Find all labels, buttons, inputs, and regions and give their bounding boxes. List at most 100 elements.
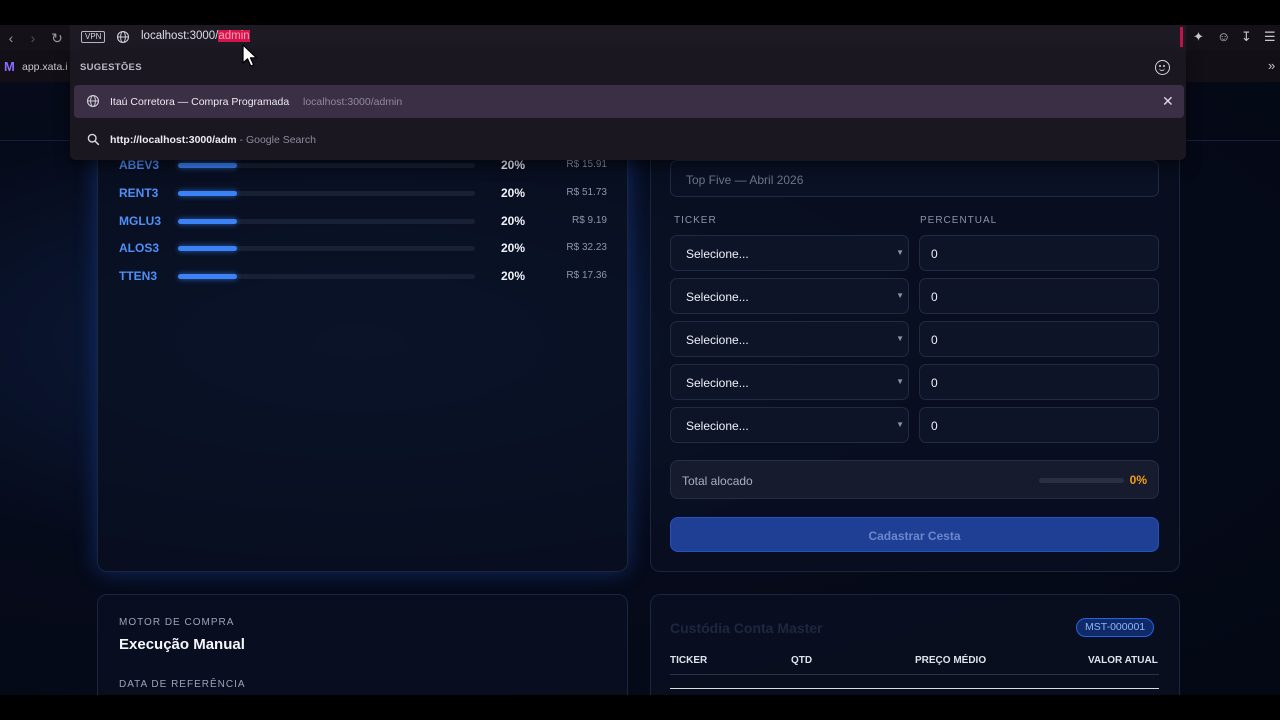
allocation-row: ABEV3 20% R$ 15.91: [119, 158, 609, 174]
ticker-price: R$ 17.36: [566, 270, 607, 281]
back-icon[interactable]: ‹: [2, 29, 20, 47]
suggestion-history-title: Itaú Corretora — Compra Programada: [110, 96, 290, 108]
suggestions-title: SUGESTÕES: [80, 62, 142, 73]
chevron-down-icon: ▼: [896, 334, 904, 343]
extensions-icon[interactable]: ✦: [1193, 29, 1204, 45]
percent-value: 0: [931, 290, 938, 304]
xata-logo-icon: M: [4, 59, 15, 74]
allocation-bar: [178, 191, 475, 196]
ticker-price: R$ 51.73: [566, 187, 607, 198]
suggestion-search-row[interactable]: http://localhost:3000/adm - Google Searc…: [110, 134, 316, 146]
allocation-bar: [178, 163, 475, 168]
chevron-down-icon: ▼: [896, 291, 904, 300]
allocation-bar-fill: [178, 191, 238, 196]
search-icon: [87, 133, 100, 146]
percent-input[interactable]: 0: [919, 364, 1159, 400]
download-icon[interactable]: ↧: [1241, 29, 1252, 45]
url-text[interactable]: localhost:3000/admin: [141, 30, 250, 42]
ticker-price: R$ 32.23: [566, 242, 607, 253]
column-header-avg-price: PREÇO MÉDIO: [915, 655, 987, 666]
allocation-percent: 20%: [501, 269, 526, 283]
ticker-select[interactable]: Selecione... ▼: [670, 364, 909, 400]
percent-input[interactable]: 0: [919, 407, 1159, 443]
allocation-bar-fill: [178, 163, 238, 168]
ticker-select[interactable]: Selecione... ▼: [670, 321, 909, 357]
ticker-column-label: TICKER: [674, 215, 717, 226]
ticker-select-value: Selecione...: [686, 376, 749, 390]
allocation-percent: 20%: [501, 241, 526, 255]
register-basket-label: Cadastrar Cesta: [868, 529, 961, 543]
ticker-label: ALOS3: [119, 241, 160, 255]
url-base: localhost:3000/: [141, 30, 219, 42]
chevron-down-icon: ▼: [896, 248, 904, 257]
allocation-percent: 20%: [501, 214, 526, 228]
allocation-bar: [178, 246, 475, 251]
ticker-price: R$ 15.91: [566, 159, 607, 170]
ticker-select[interactable]: Selecione... ▼: [670, 235, 909, 271]
allocation-row: ALOS3 20% R$ 32.23: [119, 241, 609, 257]
allocation-bar: [178, 274, 475, 279]
percent-value: 0: [931, 376, 938, 390]
column-header-qtd: QTD: [791, 655, 813, 666]
ticker-label: RENT3: [119, 186, 159, 200]
chevron-down-icon: ▼: [896, 420, 904, 429]
profile-icon[interactable]: ☺: [1217, 29, 1230, 44]
percent-input[interactable]: 0: [919, 235, 1159, 271]
suggestion-search-suffix: - Google Search: [236, 134, 316, 146]
percent-input[interactable]: 0: [919, 321, 1159, 357]
ticker-label: MGLU3: [119, 214, 161, 228]
table-divider: [670, 674, 1159, 675]
allocation-bar-fill: [178, 246, 238, 251]
total-allocated: Total alocado 0%: [670, 460, 1159, 499]
bookmarks-overflow-icon[interactable]: »: [1268, 58, 1275, 73]
motor-kicker: MOTOR DE COMPRA: [119, 617, 235, 628]
screen-top-bar: [0, 0, 1280, 25]
vpn-badge[interactable]: VPN: [81, 31, 106, 43]
percent-value: 0: [931, 333, 938, 347]
bookmark-xata[interactable]: app.xata.i: [22, 61, 68, 73]
globe-icon: [116, 30, 130, 44]
register-basket-button[interactable]: Cadastrar Cesta: [670, 517, 1159, 552]
column-header-ticker: TICKER: [670, 655, 708, 666]
percent-value: 0: [931, 419, 938, 433]
total-allocated-label: Total alocado: [682, 474, 753, 488]
percent-column-label: PERCENTUAL: [920, 215, 998, 226]
percent-input[interactable]: 0: [919, 278, 1159, 314]
ticker-select-value: Selecione...: [686, 247, 749, 261]
suggestion-search-query: http://localhost:3000/adm: [110, 134, 237, 146]
allocation-percent: 20%: [501, 186, 526, 200]
address-bar-edge: [1180, 27, 1183, 47]
allocation-row: RENT3 20% R$ 51.73: [119, 186, 609, 202]
ticker-select-value: Selecione...: [686, 333, 749, 347]
basket-name-placeholder: Top Five — Abril 2026: [686, 173, 804, 187]
allocation-row: TTEN3 20% R$ 17.36: [119, 269, 609, 285]
account-badge: MST-000001: [1076, 618, 1155, 637]
close-icon[interactable]: ✕: [1162, 93, 1174, 110]
chevron-down-icon: ▼: [896, 377, 904, 386]
url-selection: admin: [218, 30, 250, 42]
table-row-line: [670, 688, 1159, 689]
total-progress-bar: [1039, 478, 1124, 483]
ticker-label: ABEV3: [119, 158, 160, 172]
ticker-select[interactable]: Selecione... ▼: [670, 407, 909, 443]
allocation-row: MGLU3 20% R$ 9.19: [119, 214, 609, 230]
suggestion-history-url: localhost:3000/admin: [303, 96, 403, 108]
reference-date-label: DATA DE REFERÊNCIA: [119, 679, 246, 690]
screen-bottom-bar: [0, 695, 1280, 720]
reload-icon[interactable]: ↻: [48, 29, 66, 47]
column-header-current-value: VALOR ATUAL: [1088, 655, 1158, 666]
total-allocated-percent: 0%: [1129, 473, 1147, 487]
percent-value: 0: [931, 247, 938, 261]
basket-name-input[interactable]: Top Five — Abril 2026: [670, 160, 1159, 197]
smiley-icon[interactable]: [1155, 60, 1170, 75]
menu-icon[interactable]: ☰: [1264, 29, 1276, 45]
mouse-cursor-icon: [242, 44, 258, 67]
custody-card: [650, 594, 1180, 695]
custody-title: Custódia Conta Master: [670, 620, 823, 636]
allocation-bar: [178, 219, 475, 224]
ticker-select[interactable]: Selecione... ▼: [670, 278, 909, 314]
ticker-select-value: Selecione...: [686, 419, 749, 433]
allocation-bar-fill: [178, 274, 238, 279]
forward-icon[interactable]: ›: [24, 29, 42, 47]
allocation-percent: 20%: [501, 158, 526, 172]
